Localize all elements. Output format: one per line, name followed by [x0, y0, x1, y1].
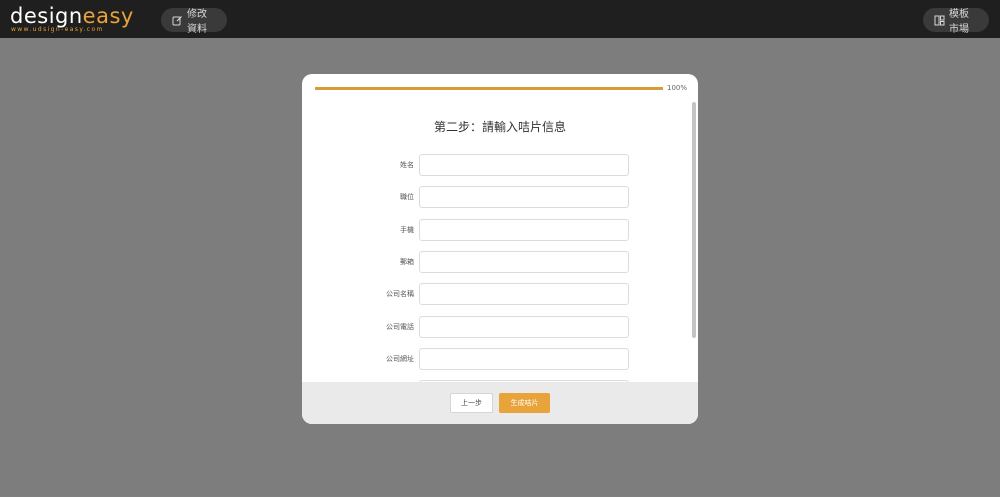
- edit-icon: [172, 15, 182, 25]
- field-label: 職位: [400, 193, 414, 202]
- scrollbar[interactable]: [692, 94, 697, 382]
- field-input[interactable]: [419, 218, 629, 241]
- field-input[interactable]: [419, 250, 629, 273]
- field-label: 手機: [400, 225, 414, 234]
- field-input[interactable]: [419, 315, 629, 338]
- form-row: 手機: [302, 218, 682, 241]
- dialog-footer: 上一步 生成咭片: [302, 382, 698, 424]
- form-row: 郵箱: [302, 250, 682, 273]
- field-label: 公司網址: [386, 354, 414, 363]
- field-label: 公司名稱: [386, 290, 414, 299]
- logo-tagline: www.udsign-easy.com: [11, 26, 104, 33]
- step-title: 第二步：請輸入咭片信息: [433, 120, 566, 134]
- field-input[interactable]: [419, 347, 629, 370]
- form-row: 公司網址: [302, 347, 682, 370]
- edit-profile-button[interactable]: 修改資料: [161, 8, 227, 35]
- form-row: 姓名: [302, 154, 682, 176]
- logo-wordmark: designeasy: [10, 5, 134, 27]
- card-info-dialog: 100% 第二步：請輸入咭片信息 姓名職位手機郵箱公司名稱公司電話公司網址 上一…: [302, 74, 698, 424]
- form-row: 公司電話: [302, 315, 682, 338]
- scrollbar-thumb[interactable]: [692, 102, 696, 338]
- field-label: 郵箱: [400, 257, 414, 266]
- edit-profile-label: 修改資料: [187, 9, 207, 35]
- field-input[interactable]: [419, 154, 629, 176]
- field-input[interactable]: [419, 186, 629, 209]
- progress-bar: [315, 87, 663, 90]
- template-icon: [934, 15, 945, 25]
- logo-part1: design: [10, 4, 83, 28]
- top-bar: designeasy www.udsign-easy.com 修改資料 模板市場: [0, 0, 1000, 38]
- template-market-label: 模板市場: [949, 9, 969, 35]
- field-input[interactable]: [419, 283, 629, 306]
- generate-card-button[interactable]: 生成咭片: [499, 393, 550, 413]
- field-label: 公司電話: [386, 322, 414, 331]
- progress-fill: [315, 87, 663, 90]
- logo[interactable]: designeasy www.udsign-easy.com: [10, 5, 135, 35]
- form-row: 職位: [302, 186, 682, 209]
- logo-part2: easy: [82, 4, 134, 28]
- progress-label: 100%: [667, 84, 688, 92]
- template-market-button[interactable]: 模板市場: [923, 8, 989, 35]
- field-label: 姓名: [400, 161, 414, 169]
- card-info-form: 姓名職位手機郵箱公司名稱公司電話公司網址: [302, 153, 682, 382]
- previous-step-button[interactable]: 上一步: [450, 393, 493, 413]
- form-row: 公司名稱: [302, 283, 682, 306]
